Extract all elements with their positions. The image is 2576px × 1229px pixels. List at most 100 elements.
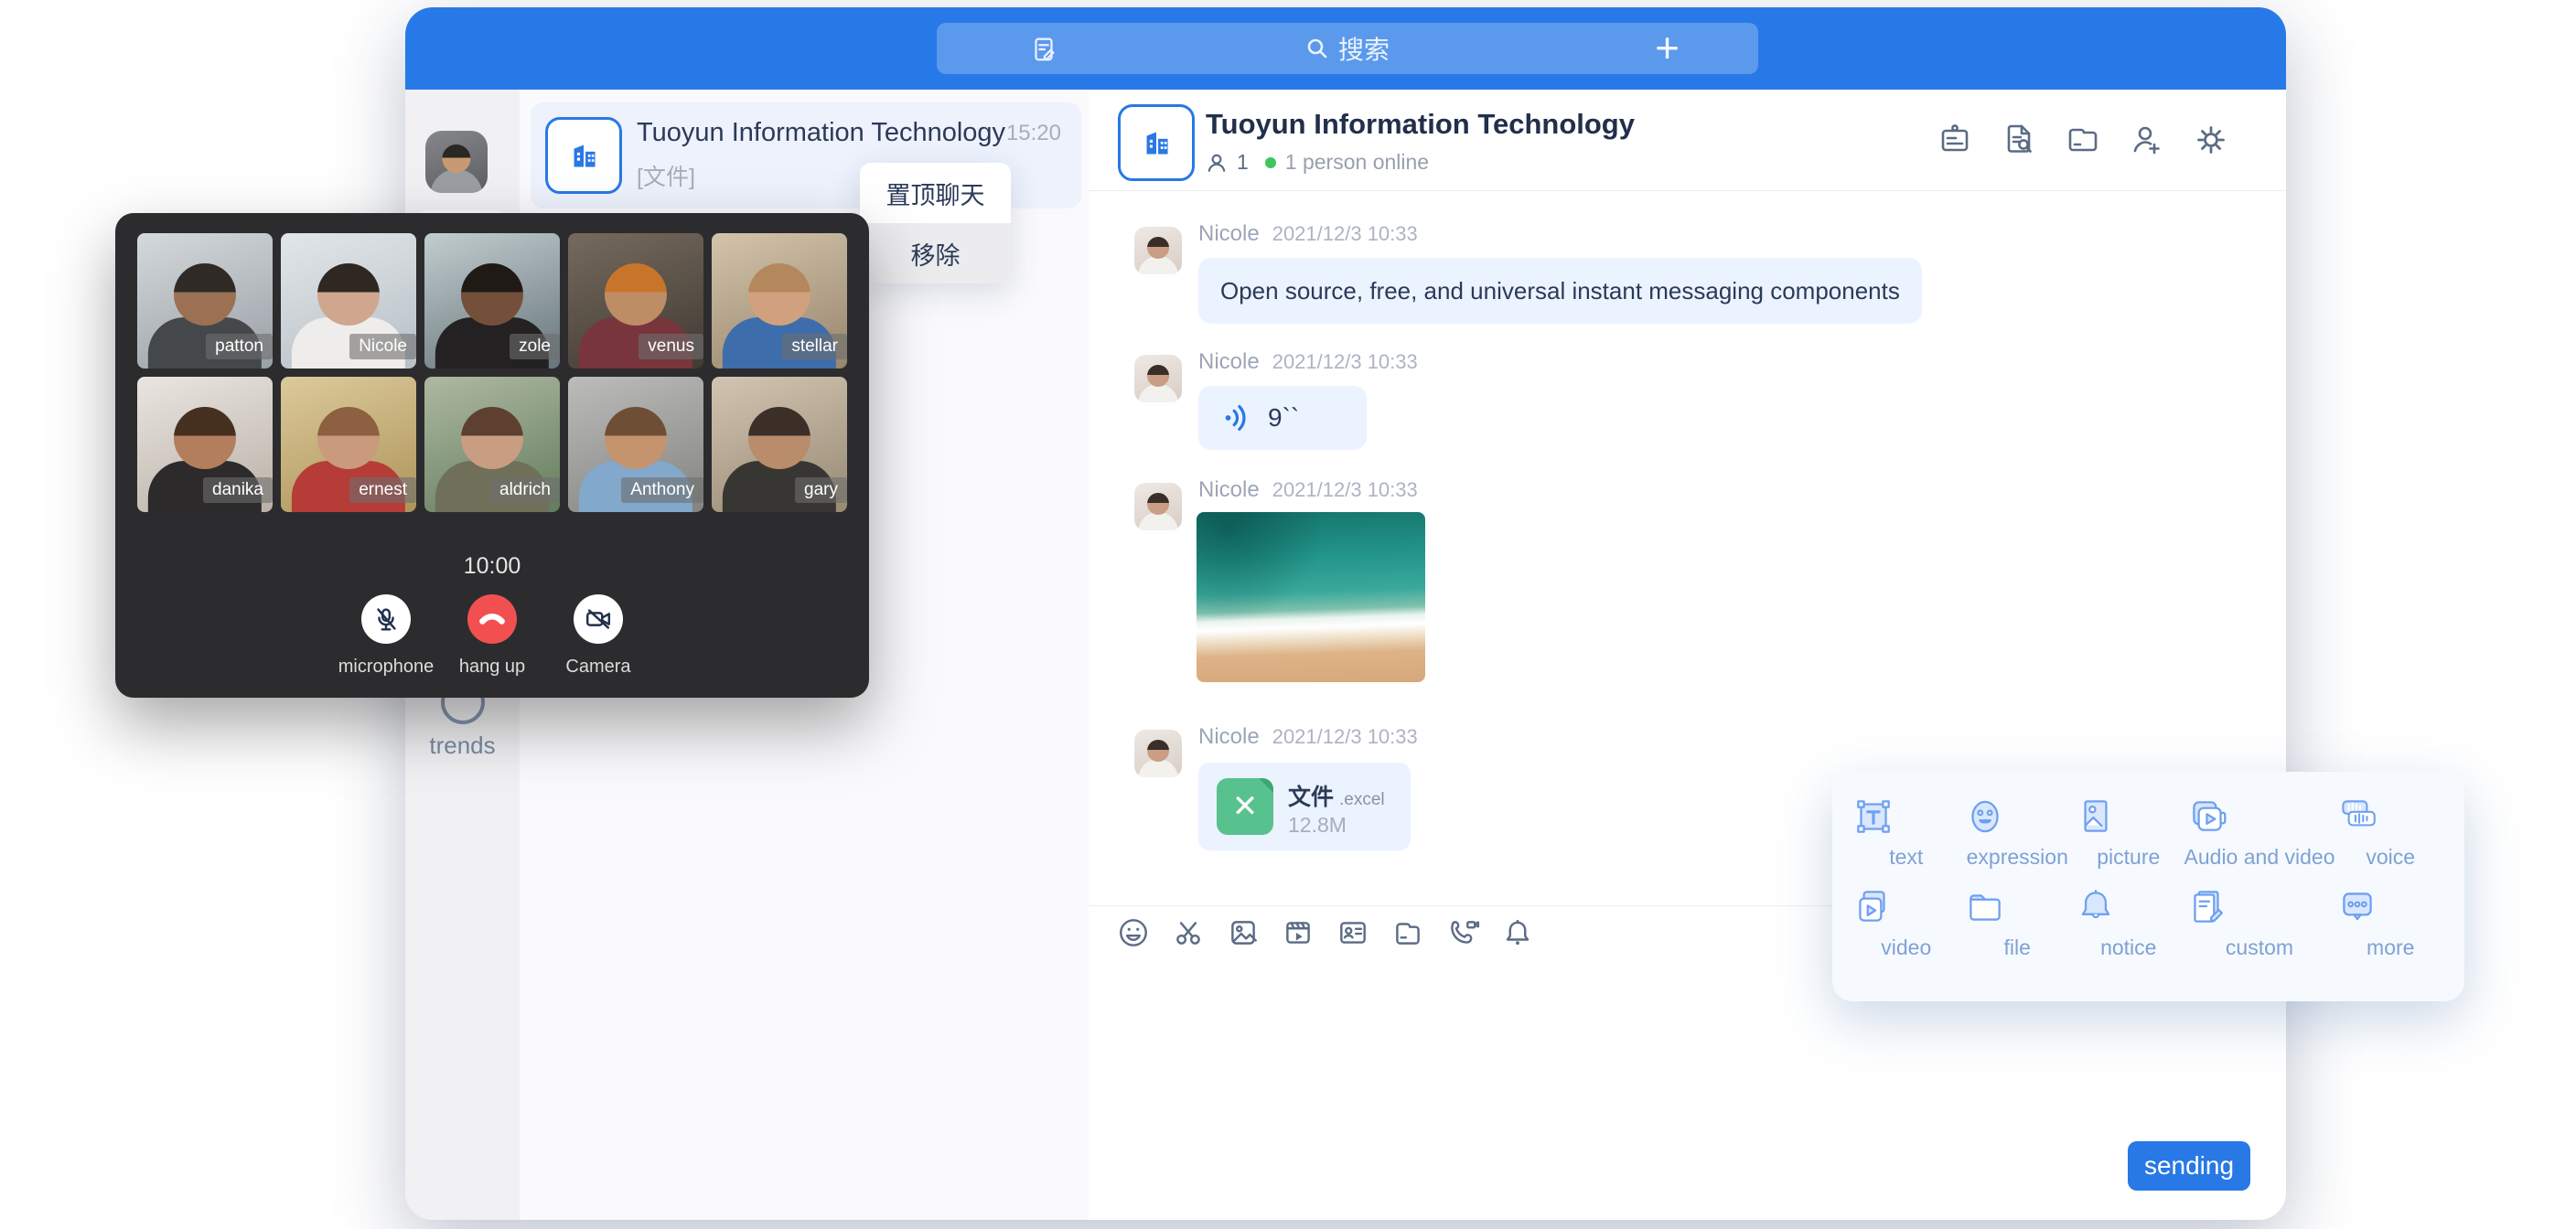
call-controls: microphone hang up Camera xyxy=(115,594,869,678)
feature-notice[interactable]: notice xyxy=(2073,884,2184,960)
settings-gear-button[interactable] xyxy=(2191,120,2231,160)
conversation-title: Tuoyun Information Technology xyxy=(637,118,1005,148)
user-avatar[interactable] xyxy=(425,131,488,193)
microphone-mute-button[interactable] xyxy=(361,594,411,644)
text-icon xyxy=(1851,794,1962,839)
voice-wave-icon xyxy=(1220,401,1255,435)
microphone-label: microphone xyxy=(333,657,439,678)
clipboard-edit-icon[interactable] xyxy=(1028,33,1059,64)
feature-video[interactable]: video xyxy=(1851,884,1962,960)
hang-up-label: hang up xyxy=(439,657,545,678)
feature-expression[interactable]: expression xyxy=(1962,794,2074,870)
participant-name: venus xyxy=(639,334,703,359)
search-icon xyxy=(1305,37,1329,60)
message-header: Nicole 2021/12/3 10:33 xyxy=(1198,221,1418,247)
sender-name: Nicole xyxy=(1198,349,1260,375)
notification-bell-button[interactable] xyxy=(1500,915,1535,950)
participant-name: danika xyxy=(203,477,273,503)
file-ext: .excel xyxy=(1339,790,1385,809)
conversation-preview: [文件] xyxy=(637,159,695,192)
participant-name: patton xyxy=(206,334,273,359)
emoji-button[interactable] xyxy=(1116,915,1151,950)
feature-file[interactable]: file xyxy=(1962,884,2074,960)
menu-item-pin-chat[interactable]: 置顶聊天 xyxy=(860,163,1011,223)
building-icon xyxy=(563,134,605,176)
excel-file-icon: ✕ xyxy=(1217,778,1273,835)
feature-label: notice xyxy=(2073,935,2184,960)
hang-up-button[interactable] xyxy=(467,594,517,644)
text-message-bubble[interactable]: Open source, free, and universal instant… xyxy=(1198,258,1922,324)
image-button[interactable] xyxy=(1226,915,1261,950)
voice-icon xyxy=(2334,794,2446,839)
trends-label: trends xyxy=(405,732,520,760)
video-clip-button[interactable] xyxy=(1281,915,1315,950)
picture-icon xyxy=(2073,794,2184,839)
camera-off-icon xyxy=(583,604,614,635)
group-avatar xyxy=(545,117,622,194)
participant-name: gary xyxy=(795,477,847,503)
search-bar[interactable]: 搜索 + xyxy=(937,23,1758,74)
feature-audio-video[interactable]: Audio and video xyxy=(2184,794,2335,870)
conversation-context-menu: 置顶聊天 移除 xyxy=(860,163,1011,283)
message-avatar[interactable] xyxy=(1134,730,1182,777)
participant-name: zole xyxy=(510,334,560,359)
files-button[interactable] xyxy=(2063,120,2103,160)
camera-control: Camera xyxy=(545,594,651,678)
sender-name: Nicole xyxy=(1198,477,1260,503)
video-icon xyxy=(1851,884,1962,930)
feature-label: video xyxy=(1851,935,1962,960)
conversation-time: 15:20 xyxy=(1006,121,1061,146)
microphone-control: microphone xyxy=(333,594,439,678)
feature-more[interactable]: more xyxy=(2334,884,2446,960)
participant-tile: venus xyxy=(568,233,703,369)
camera-label: Camera xyxy=(545,657,651,678)
feature-label: custom xyxy=(2184,935,2335,960)
search-placeholder: 搜索 xyxy=(1338,30,1390,67)
file-button[interactable] xyxy=(1390,915,1425,950)
participant-name: aldrich xyxy=(490,477,560,503)
voice-message-bubble[interactable]: 9`` xyxy=(1198,386,1367,450)
message-time: 2021/12/3 10:33 xyxy=(1272,725,1418,749)
call-button[interactable] xyxy=(1445,915,1480,950)
message-header: Nicole 2021/12/3 10:33 xyxy=(1198,724,1418,750)
message-avatar[interactable] xyxy=(1134,227,1182,274)
participant-tile: patton xyxy=(137,233,273,369)
file-folder-icon xyxy=(1962,884,2074,930)
file-message-bubble[interactable]: ✕ 文件.excel 12.8M xyxy=(1198,763,1411,850)
feature-label: expression xyxy=(1962,845,2074,870)
image-message-beach-photo[interactable] xyxy=(1197,512,1425,682)
message-type-popup: text expression xyxy=(1832,772,2464,1001)
add-member-button[interactable] xyxy=(2127,120,2167,160)
feature-picture[interactable]: picture xyxy=(2073,794,2184,870)
camera-off-button[interactable] xyxy=(574,594,623,644)
top-header: 搜索 + xyxy=(405,7,2286,90)
send-button[interactable]: sending xyxy=(2128,1141,2250,1191)
chat-title: Tuoyun Information Technology xyxy=(1206,108,1635,141)
message-avatar[interactable] xyxy=(1134,355,1182,402)
chat-history-search-button[interactable] xyxy=(1999,120,2039,160)
feature-text[interactable]: text xyxy=(1851,794,1962,870)
message-header: Nicole 2021/12/3 10:33 xyxy=(1198,477,1418,503)
notice-bell-icon xyxy=(2073,884,2184,930)
feature-label: Audio and video xyxy=(2184,845,2335,870)
message-time: 2021/12/3 10:33 xyxy=(1272,222,1418,246)
add-button[interactable]: + xyxy=(1655,22,1680,73)
feature-label: picture xyxy=(2073,845,2184,870)
voice-duration: 9`` xyxy=(1268,403,1299,433)
chat-group-avatar xyxy=(1118,104,1195,181)
announcement-button[interactable] xyxy=(1935,120,1975,160)
file-name: 文件.excel xyxy=(1288,779,1385,812)
feature-voice[interactable]: voice xyxy=(2334,794,2446,870)
screenshot-scissors-button[interactable] xyxy=(1171,915,1206,950)
menu-item-remove[interactable]: 移除 xyxy=(860,223,1011,283)
contact-card-button[interactable] xyxy=(1336,915,1370,950)
participant-tile: danika xyxy=(137,377,273,512)
mic-off-icon xyxy=(370,604,402,635)
feature-custom[interactable]: custom xyxy=(2184,884,2335,960)
member-count: 1 xyxy=(1237,150,1249,175)
participant-tile: ernest xyxy=(281,377,416,512)
participant-grid: patton Nicole zole venus stellar danika … xyxy=(137,233,847,512)
online-status: 1 person online xyxy=(1285,150,1429,175)
message-avatar[interactable] xyxy=(1134,483,1182,530)
audio-video-icon xyxy=(2184,794,2335,839)
